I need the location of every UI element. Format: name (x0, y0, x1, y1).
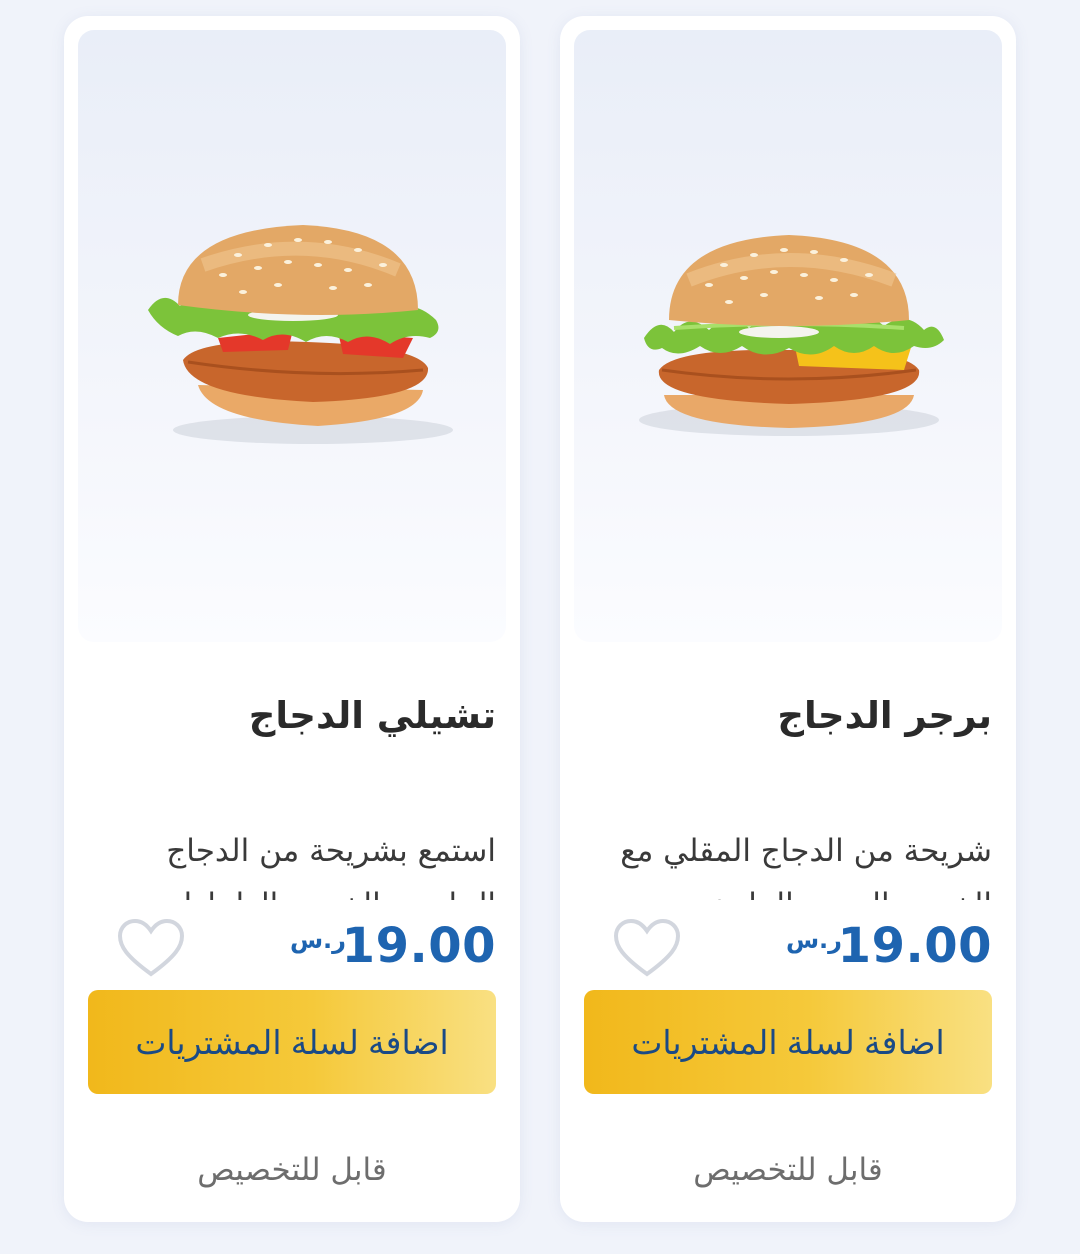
product-card-chili-chicken[interactable]: تشيلي الدجاج استمع بشريحة من الدجاج الحا… (64, 16, 520, 1222)
product-image-area[interactable] (78, 30, 506, 642)
heart-outline-icon[interactable] (116, 918, 186, 980)
product-image-area[interactable] (574, 30, 1002, 642)
product-description: شريحة من الدجاج المقلي مع الخس والجبن وا… (620, 833, 992, 900)
product-title[interactable]: تشيلي الدجاج (96, 694, 496, 737)
product-card-chicken-burger[interactable]: برجر الدجاج شريحة من الدجاج المقلي مع ال… (560, 16, 1016, 1222)
product-price: 19.00 (837, 918, 992, 974)
customizable-label: قابل للتخصيص (197, 1152, 387, 1188)
product-grid: برجر الدجاج شريحة من الدجاج المقلي مع ال… (0, 0, 1080, 1254)
currency-label: ر.س (785, 926, 842, 954)
chicken-burger-image (639, 235, 944, 436)
product-title[interactable]: برجر الدجاج (592, 694, 992, 737)
add-to-cart-button[interactable]: اضافة لسلة المشتريات (88, 990, 496, 1094)
chili-chicken-burger-image (148, 225, 453, 444)
price-row: 19.00 ر.س (86, 918, 496, 988)
add-to-cart-button[interactable]: اضافة لسلة المشتريات (584, 990, 992, 1094)
product-description: استمع بشريحة من الدجاج الحار مع الخس وال… (162, 833, 496, 900)
heart-outline-icon[interactable] (612, 918, 682, 980)
customizable-label: قابل للتخصيص (693, 1152, 883, 1188)
price-row: 19.00 ر.س (582, 918, 992, 988)
product-price: 19.00 (341, 918, 496, 974)
currency-label: ر.س (289, 926, 346, 954)
